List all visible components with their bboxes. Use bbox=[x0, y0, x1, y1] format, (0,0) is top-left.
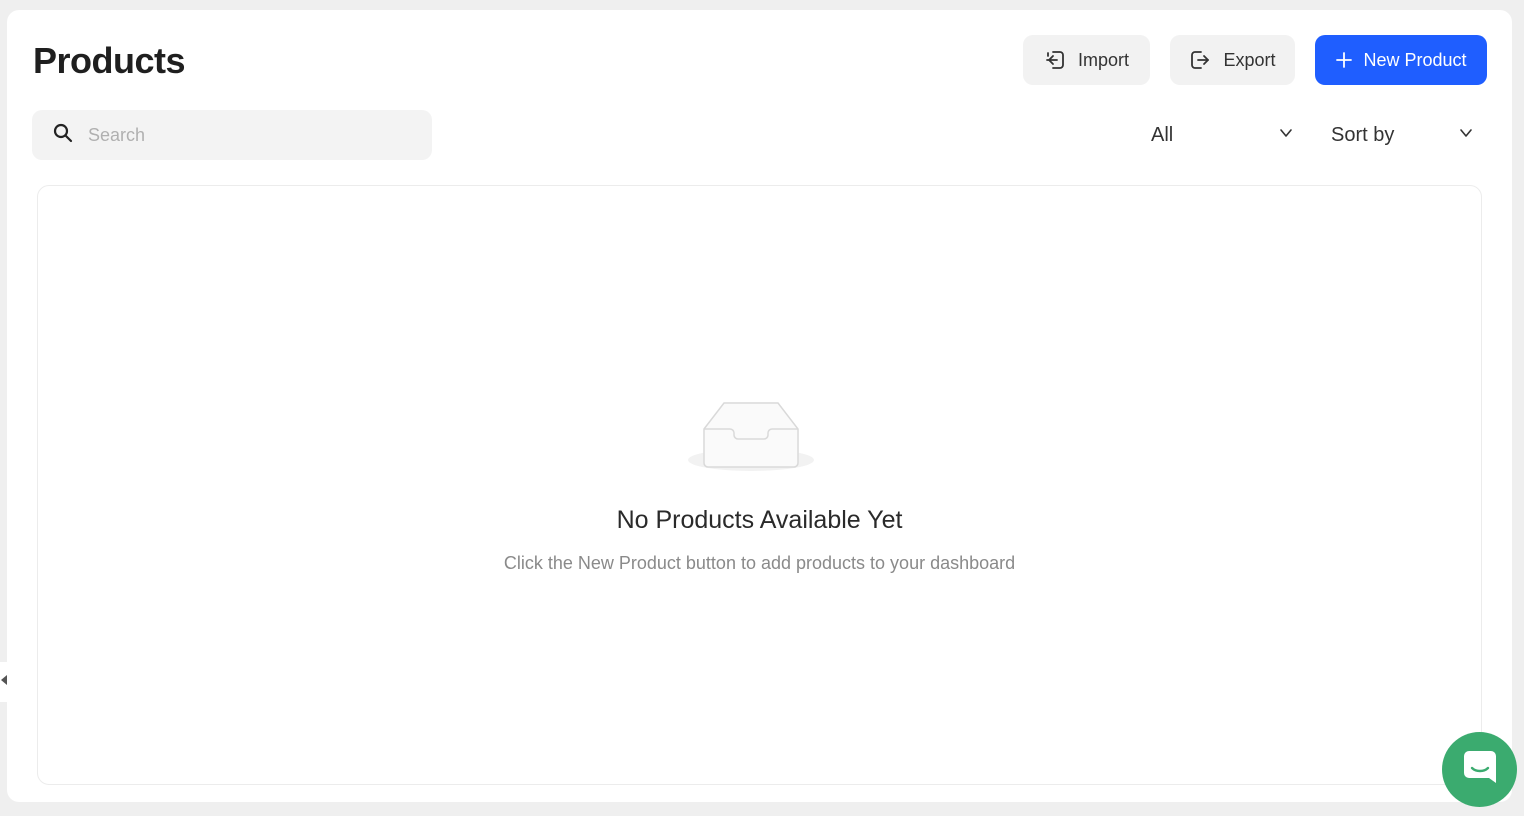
page-title: Products bbox=[33, 40, 186, 81]
main-panel: Products Import Export New Product Searc… bbox=[7, 10, 1512, 802]
chat-launcher-button[interactable] bbox=[1442, 732, 1517, 807]
sign-in-icon bbox=[1044, 49, 1066, 71]
export-button[interactable]: Export bbox=[1170, 35, 1295, 85]
chat-icon bbox=[1461, 748, 1499, 791]
chevron-down-icon bbox=[1278, 124, 1294, 147]
search-bar[interactable] bbox=[32, 110, 432, 160]
status-filter-value: All bbox=[1151, 123, 1174, 146]
empty-state-title: No Products Available Yet bbox=[616, 506, 903, 534]
empty-state-subtitle: Click the New Product button to add prod… bbox=[503, 553, 1016, 573]
empty-inbox-icon bbox=[686, 391, 816, 482]
search-input[interactable] bbox=[88, 124, 408, 146]
empty-state-container: No Products Available Yet Click the New … bbox=[37, 185, 1482, 785]
new-product-button[interactable]: New Product bbox=[1315, 35, 1487, 85]
search-icon bbox=[52, 122, 74, 149]
plus-icon bbox=[1335, 51, 1353, 69]
sign-out-icon bbox=[1189, 49, 1211, 71]
sort-value: Sort by bbox=[1331, 123, 1395, 146]
chevron-down-icon bbox=[1458, 124, 1474, 147]
export-label: Export bbox=[1223, 49, 1276, 70]
sidebar-collapse-toggle[interactable] bbox=[0, 662, 10, 702]
import-label: Import bbox=[1077, 49, 1129, 70]
new-product-label: New Product bbox=[1363, 49, 1467, 70]
status-filter-dropdown[interactable]: All bbox=[1151, 120, 1294, 150]
import-button[interactable]: Import bbox=[1023, 35, 1150, 85]
sort-dropdown[interactable]: Sort by bbox=[1331, 120, 1474, 150]
caret-left-icon bbox=[0, 673, 8, 691]
